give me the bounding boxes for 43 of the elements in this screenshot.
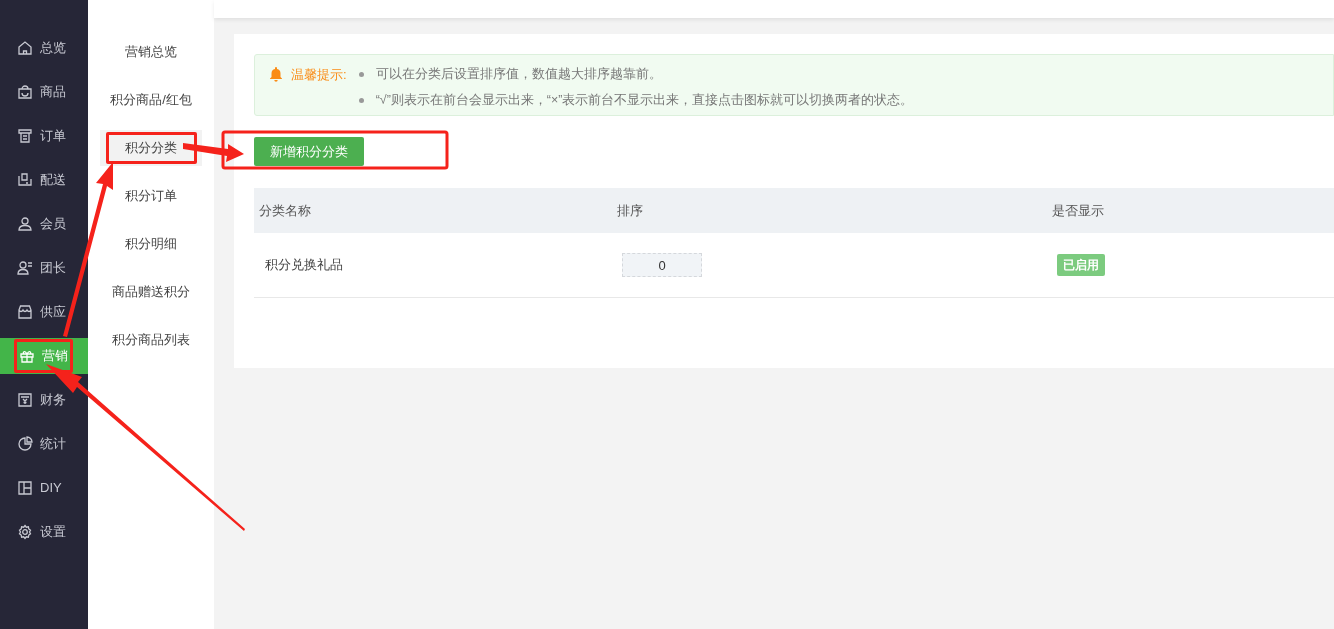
tip-text: 可以在分类后设置排序值，数值越大排序越靠前。 (375, 66, 662, 83)
submenu-item[interactable]: 积分分类 (100, 130, 202, 166)
category-name: 积分兑换礼品 (265, 257, 343, 273)
shop-icon (17, 304, 33, 320)
notice-title: 温馨提示: (291, 66, 347, 84)
sidebar-item[interactable]: 配送 (0, 162, 88, 198)
column-header: 分类名称 (259, 202, 311, 218)
submenu-item[interactable]: 积分商品/红包 (100, 82, 202, 118)
annotation-arrow (183, 143, 244, 162)
sidebar-item[interactable]: 统计 (0, 426, 88, 462)
tip-text: “√”则表示在前台会显示出来，“×”表示前台不显示出来，直接点击图标就可以切换两者的状态。 (375, 91, 914, 109)
sidebar-item[interactable]: 会员 (0, 206, 88, 242)
settings-icon (17, 524, 33, 540)
sidebar-item[interactable]: 财务 (0, 382, 88, 418)
home-icon (17, 40, 33, 56)
box-icon (17, 172, 33, 188)
user-list-icon (17, 260, 33, 276)
column-header: 是否显示 (1052, 202, 1104, 218)
sidebar-item[interactable]: 商品 (0, 74, 88, 110)
sidebar-item[interactable]: 设置 (0, 514, 88, 550)
yuan-icon (17, 392, 33, 408)
sort-input[interactable]: 0 (622, 253, 702, 277)
sidebar-item[interactable]: 团长 (0, 250, 88, 286)
submenu-item[interactable]: 积分商品列表 (100, 322, 202, 358)
sidebar-item[interactable]: DIY (0, 470, 88, 506)
receipt-icon (17, 128, 33, 144)
layout-icon (17, 480, 33, 496)
submenu-item[interactable]: 积分订单 (100, 178, 202, 214)
sidebar-item[interactable]: 总览 (0, 30, 88, 66)
submenu-item[interactable]: 商品赠送积分 (100, 274, 202, 310)
bullet-icon (358, 97, 364, 103)
submenu-label: 积分分类 (125, 139, 177, 158)
bag-icon (17, 84, 33, 100)
pie-chart-icon (17, 436, 33, 452)
sidebar-item[interactable]: 供应 (0, 294, 88, 330)
submenu-item[interactable]: 营销总览 (100, 34, 202, 70)
bell-icon (269, 66, 283, 82)
column-header: 排序 (617, 202, 643, 218)
sidebar-item[interactable]: 订单 (0, 118, 88, 154)
submenu-item[interactable]: 积分明细 (100, 226, 202, 262)
bullet-icon (358, 71, 364, 77)
user-icon (17, 216, 33, 232)
gift-icon (19, 348, 35, 364)
